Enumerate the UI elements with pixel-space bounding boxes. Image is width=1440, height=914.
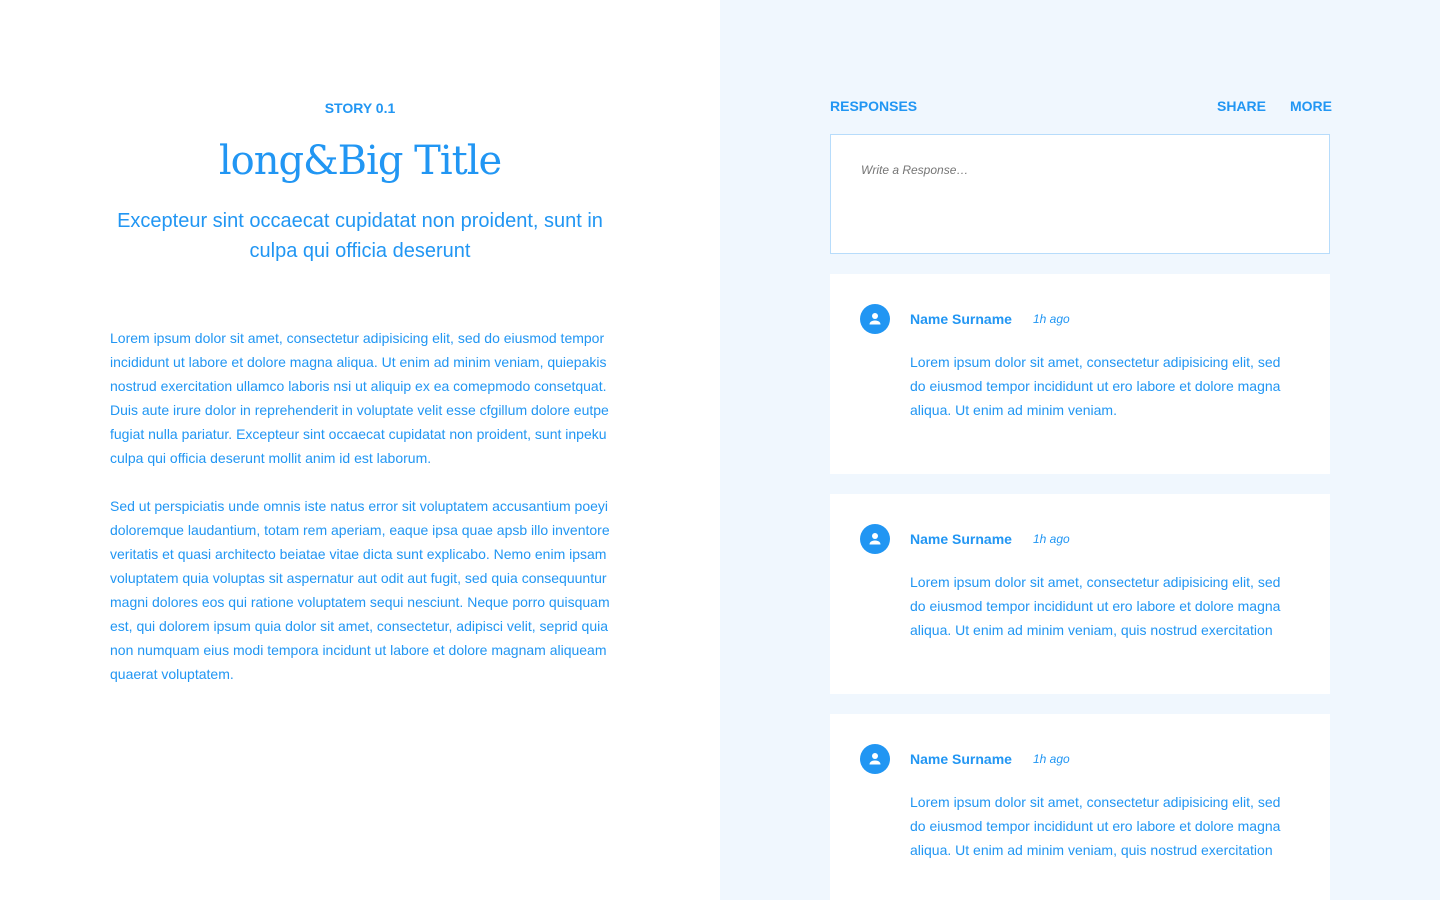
author-name[interactable]: Name Surname	[910, 311, 1012, 327]
story-body: Lorem ipsum dolor sit amet, consectetur …	[110, 326, 614, 710]
response-card: Name Surname 1h ago Lorem ipsum dolor si…	[830, 274, 1330, 474]
avatar[interactable]	[860, 744, 890, 774]
responses-header: RESPONSES SHARE MORE	[830, 98, 1332, 114]
responses-heading: RESPONSES	[830, 98, 918, 114]
story-kicker: STORY 0.1	[324, 100, 396, 116]
response-card: Name Surname 1h ago Lorem ipsum dolor si…	[830, 714, 1330, 914]
user-icon	[869, 533, 881, 545]
response-input[interactable]	[830, 134, 1330, 254]
response-text: Lorem ipsum dolor sit amet, consectetur …	[910, 574, 1281, 638]
avatar[interactable]	[860, 304, 890, 334]
author-name[interactable]: Name Surname	[910, 751, 1012, 767]
timestamp: 1h ago	[1033, 312, 1070, 326]
response-card: Name Surname 1h ago Lorem ipsum dolor si…	[830, 494, 1330, 694]
author-name[interactable]: Name Surname	[910, 531, 1012, 547]
user-icon	[869, 753, 881, 765]
story-title: long&Big Title	[218, 138, 502, 184]
story-paragraph: Sed ut perspiciatis unde omnis iste natu…	[110, 498, 610, 682]
story-panel: STORY 0.1 long&Big Title Excepteur sint …	[0, 0, 720, 900]
story-subtitle: Excepteur sint occaecat cupidatat non pr…	[117, 210, 603, 262]
share-button[interactable]: SHARE	[1217, 98, 1266, 114]
response-text: Lorem ipsum dolor sit amet, consectetur …	[910, 354, 1281, 418]
timestamp: 1h ago	[1033, 752, 1070, 766]
more-button[interactable]: MORE	[1290, 98, 1332, 114]
response-text: Lorem ipsum dolor sit amet, consectetur …	[910, 794, 1281, 858]
user-icon	[869, 313, 881, 325]
timestamp: 1h ago	[1033, 532, 1070, 546]
avatar[interactable]	[860, 524, 890, 554]
story-paragraph: Lorem ipsum dolor sit amet, consectetur …	[110, 330, 609, 466]
responses-panel: RESPONSES SHARE MORE Name Surname 1h ago…	[720, 0, 1440, 914]
